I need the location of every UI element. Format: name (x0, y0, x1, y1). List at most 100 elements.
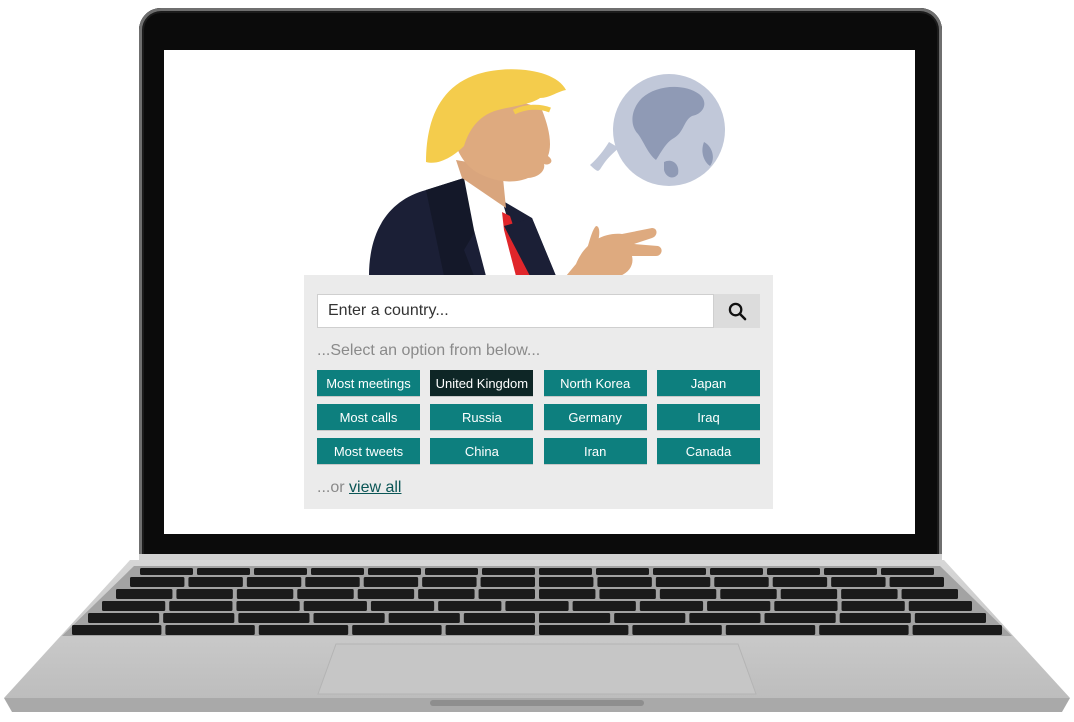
option-japan[interactable]: Japan (656, 370, 760, 396)
keyboard-key (772, 577, 828, 587)
keyboard-key (197, 568, 250, 575)
keyboard-key (901, 589, 958, 599)
keyboard-key (597, 577, 652, 587)
keyboard-key (539, 589, 596, 599)
keyboard-key (841, 601, 905, 611)
keyboard-key (655, 577, 711, 587)
keyboard-key (422, 577, 477, 587)
option-china[interactable]: China (430, 438, 534, 464)
keyboard-key (169, 601, 233, 611)
keyboard-key (236, 589, 294, 599)
globe-speech-bubble-icon (590, 74, 725, 186)
keyboard-key (478, 589, 535, 599)
keyboard-key (116, 589, 173, 599)
keyboard-key (72, 625, 162, 635)
view-all-prefix: ...or (317, 479, 350, 496)
option-iran[interactable]: Iran (543, 438, 647, 464)
keyboard-key (819, 625, 909, 635)
keyboard-key (418, 589, 475, 599)
keyboard-key (163, 613, 235, 623)
keyboard-key (720, 589, 777, 599)
keyboard-key (764, 613, 836, 623)
option-north-korea[interactable]: North Korea (543, 370, 647, 396)
laptop-screen: ...Select an option from below... Most m… (164, 50, 915, 534)
keyboard-key (297, 589, 354, 599)
keyboard-key (539, 568, 592, 575)
keyboard-key (438, 601, 502, 611)
keyboard-key (102, 601, 166, 611)
keyboard-key (305, 577, 360, 587)
keyboard-key (839, 613, 911, 623)
view-all-row: ...or view all (317, 479, 401, 497)
keyboard-key (707, 601, 771, 611)
keyboard-key (767, 568, 820, 575)
search-row (317, 294, 760, 328)
keyboard-key (659, 589, 717, 599)
keyboard-key (710, 568, 763, 575)
keyboard-key (714, 577, 769, 587)
option-iraq[interactable]: Iraq (656, 404, 760, 430)
keyboard-key (176, 589, 233, 599)
keyboard-key (425, 568, 478, 575)
option-russia[interactable]: Russia (430, 404, 534, 430)
keyboard-key (254, 568, 307, 575)
keyboard-key (246, 577, 302, 587)
keyboard-key (539, 577, 594, 587)
keyboard-key (653, 568, 706, 575)
keyboard-key (258, 625, 349, 635)
keyboard-key (140, 568, 193, 575)
laptop-base (4, 554, 1070, 712)
keyboard-key (824, 568, 877, 575)
keyboard-key (480, 577, 535, 587)
view-all-link[interactable]: view all (349, 479, 401, 496)
keyboard-key (363, 577, 419, 587)
keyboard-key (482, 568, 535, 575)
option-canada[interactable]: Canada (656, 438, 760, 464)
keyboard-key (908, 601, 972, 611)
keyboard-key (914, 613, 986, 623)
keyboard-key (774, 601, 838, 611)
search-icon (728, 302, 746, 320)
keyboard-key (639, 601, 704, 611)
speaker-illustration (369, 69, 725, 276)
keyboard-key (236, 601, 300, 611)
keyboard-key (505, 601, 569, 611)
keyboard-key (912, 625, 1002, 635)
keyboard-key (370, 601, 435, 611)
keyboard-key (165, 625, 255, 635)
keyboard-key (311, 568, 364, 575)
keyboard-key (188, 577, 243, 587)
option-germany[interactable]: Germany (543, 404, 647, 430)
country-search-panel: ...Select an option from below... Most m… (304, 275, 773, 509)
option-united-kingdom[interactable]: United Kingdom (430, 370, 534, 396)
keyboard-key (599, 589, 656, 599)
search-button[interactable] (714, 294, 760, 328)
option-most-meetings[interactable]: Most meetings (317, 370, 420, 396)
keyboard-key (539, 625, 629, 635)
keyboard-key (572, 601, 636, 611)
keyboard-key (780, 589, 838, 599)
keyboard-key (596, 568, 649, 575)
keyboard-key (368, 568, 421, 575)
keyboard-key (881, 568, 934, 575)
keyboard-key (614, 613, 686, 623)
option-most-calls[interactable]: Most calls (317, 404, 420, 430)
select-option-hint: ...Select an option from below... (317, 342, 541, 359)
option-grid: Most meetings United Kingdom North Korea… (317, 370, 760, 464)
keyboard-key (841, 589, 898, 599)
option-most-tweets[interactable]: Most tweets (317, 438, 420, 464)
keyboard-key (352, 625, 442, 635)
country-search-input[interactable] (317, 294, 714, 328)
keyboard-key (445, 625, 535, 635)
keyboard-key (831, 577, 886, 587)
keyboard-key (130, 577, 185, 587)
keyboard-key (88, 613, 160, 623)
keyboard-key (238, 613, 310, 623)
keyboard-key (357, 589, 415, 599)
keyboard-key (303, 601, 367, 611)
keyboard-key (313, 613, 385, 623)
keyboard-key (539, 613, 611, 623)
keyboard-key (388, 613, 460, 623)
keyboard-key (632, 625, 722, 635)
keyboard-key (463, 613, 535, 623)
